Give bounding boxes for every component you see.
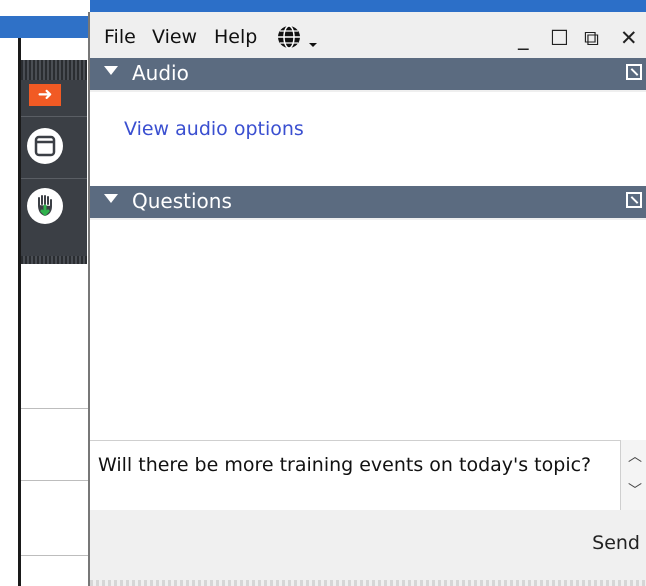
background-divider [21,555,90,556]
question-input-text[interactable]: Will there be more training events on to… [98,451,598,479]
audio-panel-title: Audio [132,61,189,85]
window-icon[interactable] [27,128,63,164]
minimize-button[interactable]: _ [518,26,529,50]
audio-panel-header[interactable]: Audio [90,58,646,90]
language-menu[interactable] [276,24,318,55]
globe-icon [278,25,300,49]
popout-icon[interactable] [626,192,642,208]
collapse-triangle-icon[interactable] [104,194,118,203]
side-toolbar: ➜ [21,60,87,264]
background-divider [21,480,90,481]
scroll-down-icon[interactable]: ﹀ [625,480,645,502]
question-input[interactable]: Will there be more training events on to… [90,440,620,512]
menu-file[interactable]: File [104,26,136,48]
raise-hand-icon[interactable] [27,188,63,224]
menu-help[interactable]: Help [214,26,257,48]
background-blue-strip [0,16,90,38]
toolbar-grip-bottom [21,256,87,264]
audio-panel-body: View audio options [90,92,646,186]
scroll-up-icon[interactable]: ︿ [625,446,645,468]
questions-panel-header[interactable]: Questions [90,186,646,218]
restore-button[interactable]: ⧉ [584,26,599,51]
chevron-down-icon [309,43,318,47]
input-scrollbar[interactable]: ︿ ﹀ [620,440,646,510]
questions-panel-title: Questions [132,189,232,213]
send-button[interactable]: Send [592,532,640,554]
toolbar-grip[interactable] [21,60,87,80]
menu-bar: File View Help _ ☐ ⧉ ✕ [90,18,646,52]
popout-icon[interactable] [626,64,642,80]
collapse-triangle-icon[interactable] [104,66,118,75]
resize-grip[interactable] [90,580,646,586]
close-button[interactable]: ✕ [620,26,638,50]
background-divider [21,408,90,409]
toolbar-separator [21,116,87,117]
menu-view[interactable]: View [152,26,197,48]
questions-log [90,220,646,440]
view-audio-options-link[interactable]: View audio options [124,118,304,140]
arrow-right-icon[interactable]: ➜ [29,84,61,106]
maximize-button[interactable]: ☐ [550,26,569,50]
questions-footer: Send [90,510,646,586]
toolbar-separator [21,178,87,179]
control-panel-window: File View Help _ ☐ ⧉ ✕ Audio View audio … [88,12,646,586]
